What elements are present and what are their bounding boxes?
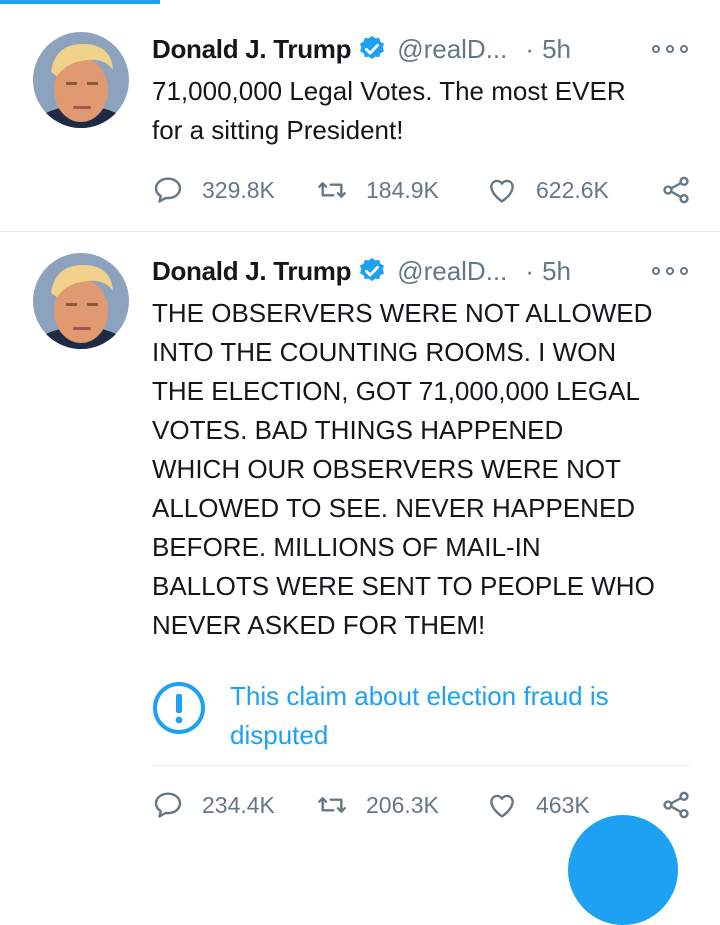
like-count: 463K (536, 791, 590, 818)
retweet-count: 206.3K (366, 791, 439, 818)
more-options-icon[interactable] (652, 40, 688, 58)
retweet-icon (318, 182, 346, 198)
like-button[interactable]: 622.6K (486, 174, 646, 206)
author-handle[interactable]: @realD... (397, 256, 507, 287)
author-handle[interactable]: @realD... (397, 34, 507, 65)
avatar[interactable] (33, 253, 129, 349)
timestamp[interactable]: 5h (542, 34, 571, 65)
tweet[interactable]: Donald J. Trump @realD... · 5h THE OBSER… (0, 233, 720, 843)
timestamp[interactable]: 5h (542, 256, 571, 287)
author-name[interactable]: Donald J. Trump (152, 34, 351, 65)
separator-dot: · (525, 33, 535, 64)
like-icon (490, 179, 514, 203)
verified-badge-icon (357, 34, 387, 64)
disputed-claim-notice[interactable]: This claim about election fraud is dispu… (152, 677, 690, 767)
tweet-text: 71,000,000 Legal Votes. The most EVER fo… (152, 76, 626, 145)
like-icon (490, 794, 514, 818)
reply-count: 234.4K (202, 791, 275, 818)
like-count: 622.6K (536, 176, 609, 203)
share-button[interactable] (660, 174, 692, 206)
share-icon (663, 176, 689, 204)
reply-count: 329.8K (202, 176, 275, 203)
separator-dot: · (525, 255, 535, 286)
retweet-button[interactable]: 206.3K (316, 789, 486, 821)
verified-badge-icon (357, 256, 387, 286)
notice-label[interactable]: This claim about election fraud is dispu… (230, 677, 690, 755)
retweet-count: 184.9K (366, 176, 439, 203)
divider (152, 765, 690, 766)
retweet-icon (318, 797, 346, 813)
share-button[interactable] (660, 789, 692, 821)
tweet-text: THE OBSERVERS WERE NOT ALLOWED INTO THE … (152, 298, 655, 640)
reply-button[interactable]: 329.8K (152, 174, 316, 206)
tweet-header: Donald J. Trump @realD... · 5h (152, 32, 702, 66)
reply-button[interactable]: 234.4K (152, 789, 316, 821)
reply-icon (154, 177, 182, 203)
reply-icon (154, 792, 182, 818)
compose-tweet-button[interactable] (568, 815, 678, 925)
avatar[interactable] (33, 32, 129, 128)
info-icon (153, 682, 205, 734)
share-icon (663, 791, 689, 819)
more-options-icon[interactable] (652, 262, 688, 280)
tweet-actions: 329.8K 184.9K 622.6K (152, 170, 692, 210)
tweet-header: Donald J. Trump @realD... · 5h (152, 254, 702, 288)
retweet-button[interactable]: 184.9K (316, 174, 486, 206)
author-name[interactable]: Donald J. Trump (152, 256, 351, 287)
tweet[interactable]: Donald J. Trump @realD... · 5h 71,000,00… (0, 4, 720, 232)
